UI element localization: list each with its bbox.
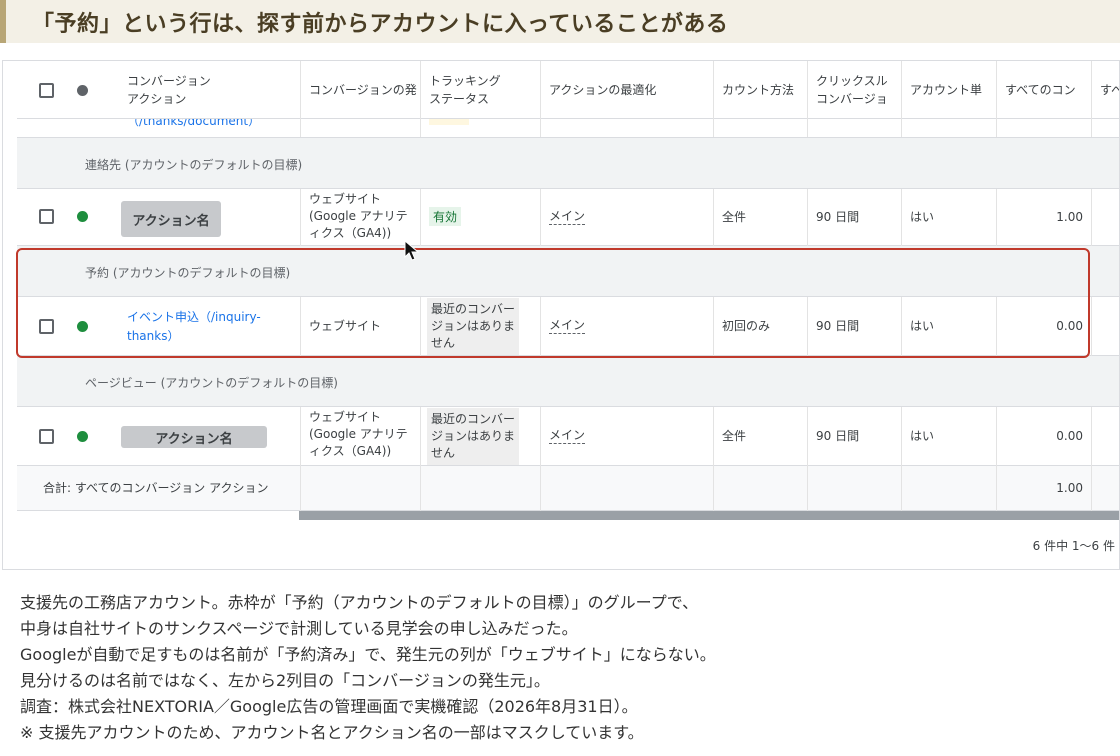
total-row: 合計: すべてのコンバージョン アクション 1.00 (17, 466, 1119, 511)
select-all-checkbox[interactable] (39, 83, 54, 98)
status-dot-active-icon (77, 431, 88, 442)
caption-line: ※ 支援先アカウントのため、アカウント名とアクション名の一部はマスクしています。 (20, 723, 644, 742)
group-header-contact: 連絡先 (アカウントのデフォルトの目標) (17, 138, 1119, 189)
status-dot-active-icon (77, 211, 88, 222)
row-checkbox[interactable] (39, 209, 54, 224)
mouse-cursor-icon (404, 240, 420, 261)
column-header-count[interactable]: カウント方法 (714, 61, 808, 119)
caption-line: 見分けるのは名前ではなく、左から2列目の「コンバージョンの発生元」。 (20, 671, 550, 690)
column-header-extra[interactable]: すべ (1092, 61, 1119, 119)
truncated-row: （/thanks/document） (17, 119, 1119, 138)
tracking-status-badge: 有効 (429, 207, 462, 226)
window-value: 90 日間 (816, 429, 860, 443)
heading-title: 「予約」という行は、探す前からアカウントに入っていることがある (32, 12, 729, 37)
column-header-action[interactable]: コンバージョン アクション (119, 61, 299, 119)
table-header-row: コンバージョン アクション コンバージョンの発 トラッキング ステータス アクシ… (17, 61, 1119, 119)
window-value: 90 日間 (816, 210, 860, 224)
total-value: 1.00 (1056, 481, 1083, 495)
column-header-tracking[interactable]: トラッキング ステータス (421, 61, 541, 119)
source-cell: ウェブサイト (Google アナリテ ィクス（GA4)) (309, 192, 408, 240)
horizontal-scrollbar[interactable] (299, 511, 1119, 520)
column-header-account[interactable]: アカウント単 (902, 61, 997, 119)
table-row: アクション名 ウェブサイト (Google アナリテ ィクス（GA4)) 有効 … (17, 189, 1119, 246)
row-checkbox[interactable] (39, 429, 54, 444)
column-header-all[interactable]: すべてのコン (997, 61, 1092, 119)
optimization-value[interactable]: メイン (549, 428, 586, 444)
caption-block: 支援先の工務店アカウント。赤枠が「予約（アカウントのデフォルトの目標）」のグルー… (20, 590, 1110, 746)
masked-action-name[interactable]: アクション名 (121, 201, 221, 237)
tracking-status-badge: 最近のコンバー ジョンはありま せん (427, 408, 520, 465)
table-row: アクション名 ウェブサイト (Google アナリテ ィクス（GA4)) 最近の… (17, 407, 1119, 466)
account-value: はい (910, 429, 935, 443)
caption-line: 支援先の工務店アカウント。赤枠が「予約（アカウントのデフォルトの目標）」のグルー… (20, 593, 699, 612)
heading-banner: 「予約」という行は、探す前からアカウントに入っていることがある (0, 0, 1120, 43)
status-dot-header-icon (77, 85, 88, 96)
conversion-value: 1.00 (1056, 210, 1083, 224)
count-value: 全件 (722, 210, 747, 224)
conversion-value: 0.00 (1056, 429, 1083, 443)
column-header-source[interactable]: コンバージョンの発 (301, 61, 421, 119)
caption-line: 調査：株式会社NEXTORIA／Google広告の管理画面で実機確認（2026年… (20, 697, 638, 716)
count-value: 全件 (722, 429, 747, 443)
truncated-row-link[interactable]: （/thanks/document） (127, 119, 260, 130)
pagination-info: 6 件中 1～6 件 (1032, 539, 1115, 553)
column-header-window[interactable]: クリックスル コンバージョ (808, 61, 902, 119)
optimization-value[interactable]: メイン (549, 209, 586, 225)
caption-line: 中身は自社サイトのサンクスページで計測している見学会の申し込みだった。 (20, 619, 578, 638)
total-label: 合計: すべてのコンバージョン アクション (43, 481, 269, 495)
scrollbar-track (17, 511, 299, 520)
caption-line: Googleが自動で足すものは名前が「予約済み」で、発生元の列が「ウェブサイト」… (20, 645, 716, 664)
source-cell: ウェブサイト (Google アナリテ ィクス（GA4)) (309, 410, 408, 458)
group-label: ページビュー (アカウントのデフォルトの目標) (85, 376, 338, 390)
group-label: 連絡先 (アカウントのデフォルトの目標) (85, 158, 303, 172)
highlight-box-reservation (16, 248, 1090, 358)
account-value: はい (910, 210, 935, 224)
column-header-optimization[interactable]: アクションの最適化 (541, 61, 713, 119)
masked-action-name[interactable]: アクション名 (121, 426, 267, 448)
group-header-pageview: ページビュー (アカウントのデフォルトの目標) (17, 356, 1119, 407)
